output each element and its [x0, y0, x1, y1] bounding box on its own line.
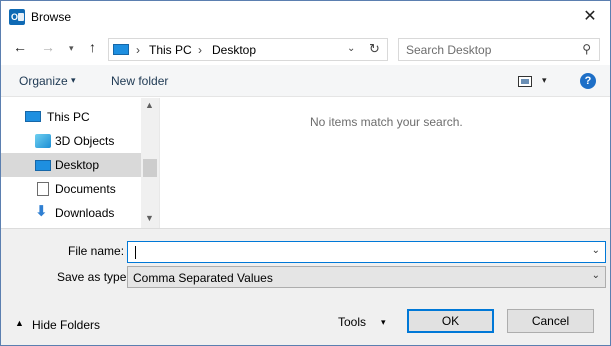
navigation-pane: This PC 3D Objects Desktop Documents ⬇ D…: [1, 98, 159, 228]
save-as-type-label: Save as type:: [57, 270, 130, 284]
close-button[interactable]: ✕: [576, 5, 604, 29]
browse-dialog: O Browse ✕ ← → ▾ ↑ › This PC › Desktop ⌄…: [0, 0, 611, 346]
empty-results-message: No items match your search.: [310, 115, 463, 129]
scroll-thumb[interactable]: [143, 159, 157, 177]
chevron-down-icon[interactable]: ⌄: [592, 270, 600, 281]
tree-item-label: This PC: [47, 110, 90, 124]
address-bar[interactable]: › This PC › Desktop ⌄ ↻: [108, 38, 388, 61]
tree-item-this-pc[interactable]: This PC: [1, 105, 141, 129]
chevron-down-icon[interactable]: ▾: [381, 317, 386, 328]
tree-item-downloads[interactable]: ⬇ Downloads: [1, 201, 141, 225]
help-icon[interactable]: ?: [580, 73, 596, 89]
downloads-icon: ⬇: [35, 203, 48, 220]
breadcrumb-separator[interactable]: ›: [136, 43, 140, 57]
scroll-up-icon[interactable]: ▲: [145, 100, 154, 110]
save-as-type-select[interactable]: Comma Separated Values ⌄: [127, 266, 606, 288]
outlook-app-icon: O: [9, 9, 25, 25]
search-input[interactable]: Search Desktop: [406, 43, 491, 57]
recent-locations-button[interactable]: ▾: [69, 43, 74, 54]
tools-button[interactable]: Tools: [338, 315, 366, 329]
3d-objects-icon: [35, 134, 51, 148]
change-view-icon[interactable]: [518, 76, 532, 87]
tree-item-label: Downloads: [55, 206, 115, 220]
chevron-down-icon[interactable]: ⌄: [592, 245, 600, 256]
tree-item-label: 3D Objects: [55, 134, 115, 148]
breadcrumb-desktop[interactable]: Desktop: [212, 43, 256, 57]
hide-folders-button[interactable]: Hide Folders: [32, 318, 100, 332]
tree-item-3d-objects[interactable]: 3D Objects: [1, 129, 141, 153]
file-name-label: File name:: [68, 244, 125, 258]
new-folder-button[interactable]: New folder: [111, 74, 168, 88]
back-button[interactable]: ←: [13, 39, 27, 55]
navigation-bar: ← → ▾ ↑ › This PC › Desktop ⌄ ↻ Search D…: [1, 35, 610, 63]
tree-item-documents[interactable]: Documents: [1, 177, 141, 201]
file-list-area[interactable]: No items match your search.: [160, 98, 610, 228]
breadcrumb-this-pc[interactable]: This PC: [149, 43, 192, 57]
tree-item-desktop[interactable]: Desktop: [1, 153, 141, 177]
refresh-icon[interactable]: ↻: [369, 41, 380, 57]
chevron-down-icon[interactable]: ▾: [71, 75, 76, 86]
organize-button[interactable]: Organize: [19, 74, 68, 88]
cancel-button[interactable]: Cancel: [507, 309, 594, 333]
chevron-down-icon[interactable]: ▾: [542, 75, 547, 86]
save-as-type-value[interactable]: Comma Separated Values: [133, 271, 273, 285]
search-icon[interactable]: ⚲: [582, 42, 591, 56]
scroll-down-icon[interactable]: ▼: [145, 213, 154, 223]
save-options-panel: File name: ⌄ Save as type: Comma Separat…: [1, 228, 610, 345]
this-pc-icon: [113, 44, 129, 55]
text-cursor: [135, 246, 136, 259]
chevron-down-icon[interactable]: ⌄: [347, 43, 355, 54]
window-title: Browse: [31, 10, 72, 24]
up-button[interactable]: ↑: [89, 39, 96, 55]
breadcrumb-separator[interactable]: ›: [198, 43, 202, 57]
chevron-up-icon[interactable]: ▲: [15, 318, 24, 328]
pc-icon: [25, 111, 41, 122]
title-bar: O Browse ✕: [1, 1, 610, 32]
tree-item-label: Desktop: [55, 158, 100, 172]
tree-item-label: Documents: [55, 182, 116, 196]
file-name-field[interactable]: ⌄: [127, 241, 606, 263]
forward-button[interactable]: →: [41, 39, 55, 55]
command-bar: Organize ▾ New folder ▾ ?: [1, 65, 610, 97]
ok-button[interactable]: OK: [407, 309, 494, 333]
navigation-pane-scrollbar[interactable]: ▲ ▼: [141, 98, 159, 228]
documents-icon: [37, 182, 49, 196]
desktop-icon: [35, 160, 51, 171]
search-box[interactable]: Search Desktop ⚲: [398, 38, 600, 61]
